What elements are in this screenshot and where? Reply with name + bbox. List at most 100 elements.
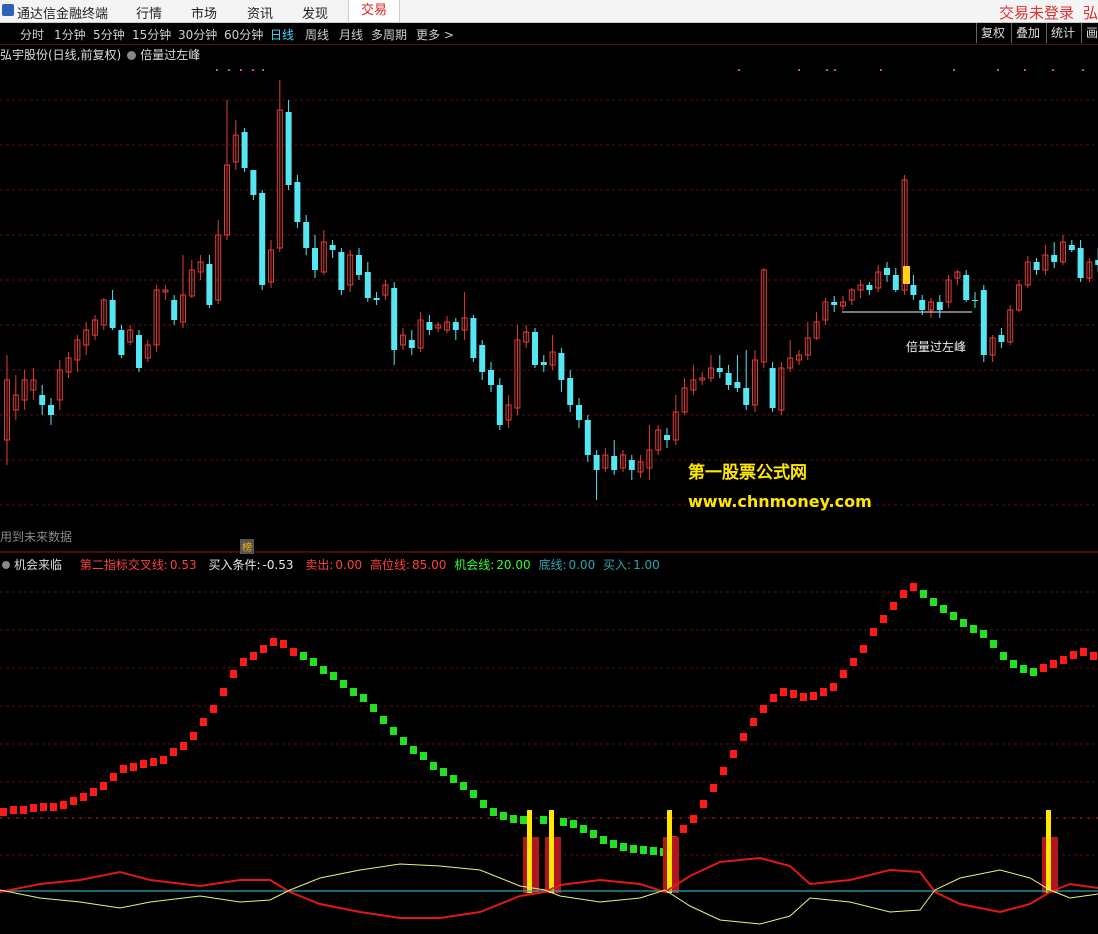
bear-bar [490,808,497,816]
candle-body-down [611,456,618,470]
bull-bar [150,758,157,766]
bull-bar [740,733,747,741]
candle-body-down [48,405,54,415]
candle-body-down [743,388,750,405]
candle-body-down [1068,245,1075,250]
bear-bar [990,640,997,648]
candle-body-down [769,368,776,408]
candle-body-down [109,300,116,328]
bull-bar [680,825,687,833]
bull-bar [120,765,127,773]
bull-bar [260,645,267,653]
indicator-title-line: 机会来临 第二指标交叉线: 0.53 买入条件: -0.53 卖出: 0.00 高位线… [0,556,662,573]
bull-bar [170,748,177,756]
candle-body-down [408,340,415,348]
candle-body-down [936,302,943,310]
bull-bar [30,804,37,812]
bear-bar [340,680,347,688]
bull-bar [890,602,897,610]
bull-bar [130,763,137,771]
signal-dot [826,69,828,71]
candle-body-down [584,420,591,455]
candle-body-down [910,285,917,295]
indicator-toggle-icon[interactable] [127,51,137,60]
bull-bar [700,800,707,808]
candle-body-down [831,302,838,305]
bull-bar [830,683,837,691]
bull-bar [270,638,277,646]
bear-bar [520,816,527,824]
bull-bar [280,640,287,648]
candle-body-down [734,382,741,388]
bull-bar [880,615,887,623]
bear-bar [960,619,967,627]
candle-body-down [250,170,257,195]
candle-body-down [919,300,926,310]
bear-bar [580,825,587,833]
bear-bar [1000,652,1007,660]
bear-bar [390,727,397,735]
bull-bar [230,670,237,678]
bull-bar [850,658,857,666]
bull-bar [1070,651,1077,659]
bull-bar [860,645,867,653]
candle-body-down [338,252,345,290]
bull-bar [210,705,217,713]
signal-dot [1024,69,1026,71]
bear-bar [610,840,617,848]
bull-bar [820,688,827,696]
ind-high-label: 高位线: [369,558,411,572]
candle-body-down [892,275,899,290]
candle-body-down [39,395,46,405]
candle-body-down [452,322,459,330]
candle-body-down [241,132,248,168]
bear-bar [600,836,607,844]
bear-bar [300,652,307,660]
bear-bar [620,843,627,851]
bear-bar [320,666,327,674]
candle-body-down [558,353,565,380]
bull-bar [720,767,727,775]
signal-dot [834,69,836,71]
bull-bar [1040,664,1047,672]
signal-dot [997,69,999,71]
candle-body-down [540,362,547,365]
bear-bar [560,818,567,826]
bull-bar [710,784,717,792]
bull-bar [810,692,817,700]
candle-body-down [1051,255,1058,262]
candle-body-down [356,255,362,275]
candle-body-down [567,378,574,405]
bull-bar [750,718,757,726]
bull-bar [870,628,877,636]
bull-bar [780,688,787,696]
indicator-toggle-icon-2[interactable] [2,561,10,569]
candle-body-down [329,245,336,250]
candle-body-down [725,373,732,385]
bull-bar [200,718,207,726]
candle-body-down [285,112,292,185]
bull-bar [900,590,907,598]
candle-body-down [391,288,398,350]
chart-canvas[interactable] [0,0,1098,934]
bear-bar [630,845,637,853]
stock-name: 弘宇股份(日线,前复权) [0,48,122,62]
bear-bar [1030,668,1037,676]
ind-buycond-value: -0.53 [262,558,294,572]
watermark-url: www.chnmoney.com [688,492,872,511]
candle-body-down [1033,262,1040,270]
candle-body-down [532,332,538,365]
rank-badge[interactable]: 榜 [240,539,254,554]
bull-bar [180,742,187,750]
signal-dot [738,69,740,71]
bear-bar [500,812,507,820]
bull-bar [690,815,697,823]
bull-bar [40,803,47,811]
bear-bar [510,815,517,823]
candle-body-down [998,335,1005,342]
bear-bar [590,830,597,838]
bear-bar [480,800,487,808]
candle-body-down [171,300,178,320]
bear-bar [380,716,387,724]
candle-body-down [884,268,890,275]
